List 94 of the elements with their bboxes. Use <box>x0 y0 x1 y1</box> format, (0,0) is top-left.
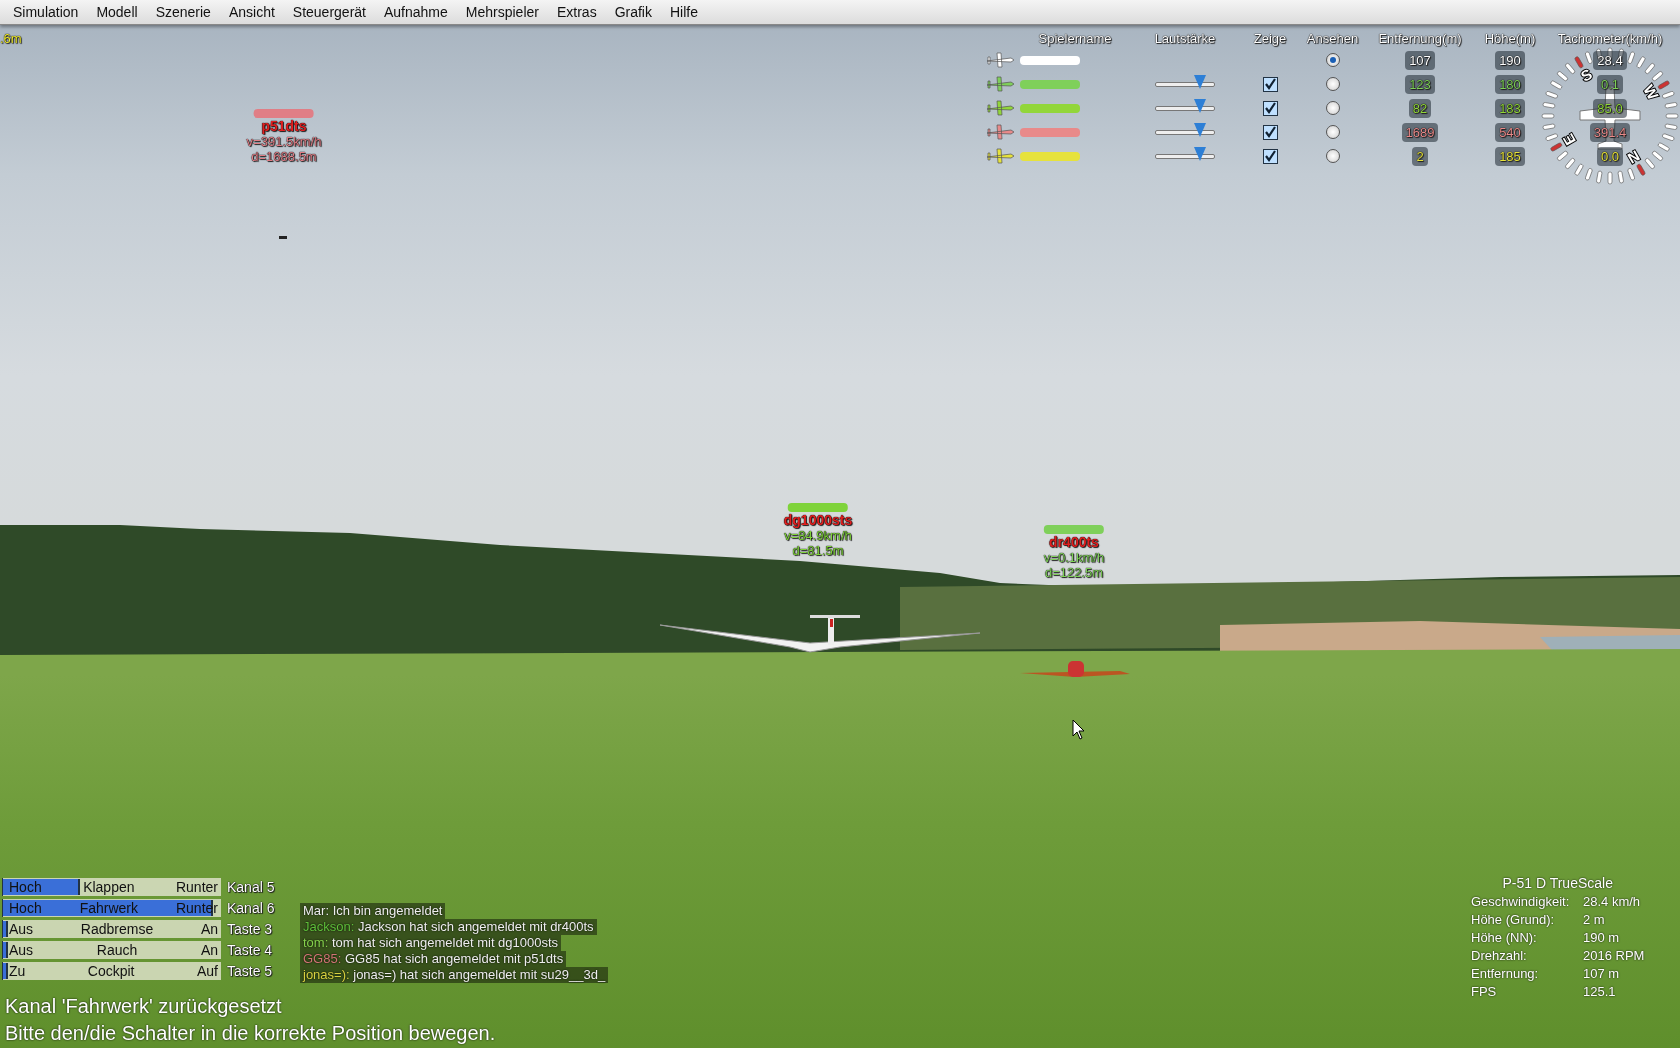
switch-high-label: An <box>200 941 218 959</box>
info-label: Geschwindigkeit: <box>1471 894 1571 909</box>
column-header: Lautstärke <box>1153 31 1217 46</box>
switch-name: Fahrwerk <box>79 899 138 917</box>
model-name-label: dr400ts <box>1049 534 1099 550</box>
switch-low-label: Hoch <box>9 899 42 917</box>
height-cell: 185 <box>1495 146 1525 166</box>
volume-slider[interactable] <box>1193 98 1206 113</box>
chat-message: Mar: Ich bin angemeldet <box>300 903 446 919</box>
status-message: Bitte den/die Schalter in die korrekte Position bewegen. <box>5 1021 496 1046</box>
info-value: 125.1 <box>1583 984 1617 999</box>
switch-name: Radbremse <box>80 920 154 938</box>
menu-item[interactable]: Szenerie <box>146 4 220 20</box>
speed-label: v=84.9km/h <box>784 528 852 543</box>
distance-cell: 2 <box>1412 146 1428 166</box>
info-value: 28.4 km/h <box>1583 894 1642 909</box>
speed-label: v=0.1km/h <box>1043 550 1105 565</box>
info-value: 2 m <box>1583 912 1606 927</box>
corner-readout: .6m <box>0 31 22 46</box>
model-name-label: dg1000sts <box>783 512 853 528</box>
channel-label: Kanal 5 <box>227 879 275 895</box>
info-label: FPS <box>1471 984 1498 999</box>
airplane-icon <box>985 74 1015 94</box>
speed-cell: 0.1 <box>1596 74 1624 94</box>
speed-cell: 0.0 <box>1596 146 1624 166</box>
airplane-icon <box>985 122 1015 142</box>
chat-message: jonas=): jonas=) hat sich angemeldet mit su29__3d_ <box>300 967 609 983</box>
column-header: Ansehen <box>1305 31 1360 46</box>
column-header: Zeige <box>1252 31 1288 46</box>
info-value: 107 m <box>1583 966 1621 981</box>
distance-cell: 123 <box>1405 74 1435 94</box>
info-label: Höhe (NN): <box>1471 930 1538 945</box>
model-name-label: p51dts <box>261 118 307 134</box>
switch-low-label: Aus <box>9 941 34 959</box>
distance-cell: 82 <box>1408 98 1432 118</box>
redacted-name-bar <box>1044 525 1104 534</box>
distance-cell: 107 <box>1405 50 1435 70</box>
speed-label: v=391.5km/h <box>246 134 322 149</box>
distance-label: d=122.5m <box>1044 565 1104 580</box>
cursor-icon <box>1072 719 1086 741</box>
column-header: Entfernung(m) <box>1377 31 1463 46</box>
menu-item[interactable]: Extras <box>547 4 606 20</box>
menu-item[interactable]: Grafik <box>605 4 661 20</box>
switch-low-label: Aus <box>9 920 34 938</box>
height-cell: 190 <box>1495 50 1525 70</box>
switch-high-label: Auf <box>196 962 218 980</box>
switch-name: Rauch <box>96 941 138 959</box>
chat-message: GG85: GG85 hat sich angemeldet mit p51dts <box>300 951 567 967</box>
distance-label: d=1688.5m <box>251 149 317 164</box>
model-title: P-51 D TrueScale <box>1501 875 1614 891</box>
menu-item[interactable]: Hilfe <box>661 4 707 20</box>
menu-item[interactable]: Simulation <box>4 4 88 20</box>
speed-cell: 85.0 <box>1593 98 1627 118</box>
column-header: Höhe(m) <box>1483 31 1537 46</box>
info-value: 190 m <box>1583 930 1621 945</box>
info-label: Höhe (Grund): <box>1471 912 1556 927</box>
channel-label: Taste 4 <box>227 942 273 958</box>
redacted-name-bar <box>788 503 848 512</box>
height-cell: 540 <box>1495 122 1525 142</box>
switch-low-label: Zu <box>9 962 26 980</box>
switch-name: Klappen <box>83 878 135 896</box>
menu-item[interactable]: Modell <box>87 4 147 20</box>
volume-slider[interactable] <box>1193 122 1206 137</box>
height-cell: 183 <box>1495 98 1525 118</box>
speed-cell: 28.4 <box>1593 50 1627 70</box>
column-header: Spielername <box>1037 31 1113 46</box>
height-cell: 180 <box>1495 74 1525 94</box>
menu-item[interactable]: Aufnahme <box>375 4 457 20</box>
menu-item[interactable]: Mehrspieler <box>456 4 548 20</box>
channel-label: Kanal 6 <box>227 900 275 916</box>
switch-name: Cockpit <box>87 962 135 980</box>
volume-slider[interactable] <box>1193 74 1206 89</box>
menu-item[interactable]: Ansicht <box>219 4 284 20</box>
menu-item[interactable]: Steuergerät <box>283 4 375 20</box>
airplane-icon <box>985 50 1015 70</box>
distance-label: d=81.5m <box>792 543 844 558</box>
info-value: 2016 RPM <box>1583 948 1645 963</box>
channel-label: Taste 5 <box>227 963 273 979</box>
airplane-icon <box>985 98 1015 118</box>
info-label: Entfernung: <box>1471 966 1540 981</box>
volume-slider[interactable] <box>1193 146 1206 161</box>
speed-cell: 391.4 <box>1589 122 1631 142</box>
airplane-icon <box>985 146 1015 166</box>
redacted-name-bar <box>254 109 314 118</box>
channel-label: Taste 3 <box>227 921 273 937</box>
chat-message: tom: tom hat sich angemeldet mit dg1000sts <box>300 935 562 951</box>
switch-high-label: An <box>200 920 218 938</box>
column-header: Tachometer(km/h) <box>1556 31 1664 46</box>
distance-cell: 1689 <box>1401 122 1439 142</box>
info-label: Drehzahl: <box>1471 948 1528 963</box>
switch-low-label: Hoch <box>9 878 42 896</box>
switch-high-label: Runter <box>175 878 218 896</box>
chat-message: Jackson: Jackson hat sich angemeldet mit dr400ts <box>300 919 597 935</box>
status-message: Kanal 'Fahrwerk' zurückgesetzt <box>5 994 283 1019</box>
